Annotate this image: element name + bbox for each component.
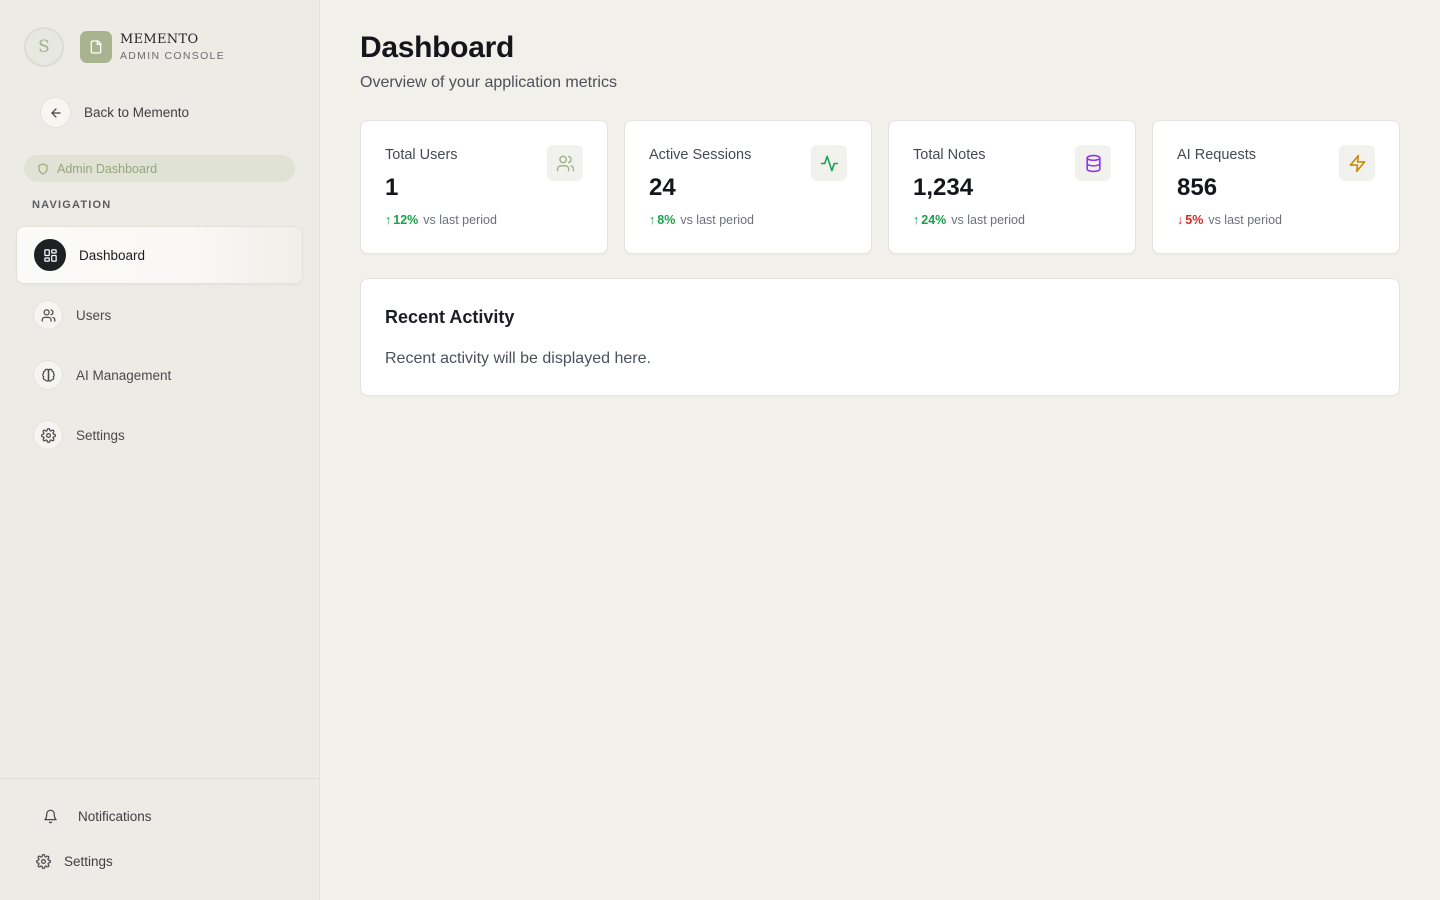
arrow-up-icon: ↑ — [649, 213, 656, 227]
gear-icon — [36, 854, 51, 869]
footer-settings-button[interactable]: Settings — [36, 854, 113, 869]
lightning-icon — [1339, 145, 1375, 181]
footer-settings-label: Settings — [64, 854, 113, 869]
stat-change-period: vs last period — [1208, 213, 1282, 227]
sidebar-item-users[interactable]: Users — [16, 286, 303, 344]
stat-value: 24 — [649, 174, 676, 201]
brand-subtitle: ADMIN CONSOLE — [120, 49, 225, 62]
bell-icon — [43, 809, 58, 824]
notifications-button[interactable]: Notifications — [43, 809, 152, 824]
arrow-down-icon: ↓ — [1177, 213, 1184, 227]
sidebar-item-label: Users — [76, 307, 112, 323]
arrow-up-icon: ↑ — [385, 213, 392, 227]
notifications-label: Notifications — [78, 809, 152, 824]
database-icon — [1075, 145, 1111, 181]
dashboard-icon — [34, 239, 66, 271]
stat-label: Total Notes — [913, 147, 986, 163]
stat-value: 856 — [1177, 174, 1218, 201]
brand-text: MEMENTO ADMIN CONSOLE — [120, 32, 225, 63]
admin-dashboard-badge: Admin Dashboard — [24, 155, 295, 182]
recent-activity-title: Recent Activity — [385, 307, 515, 327]
back-to-memento-link[interactable]: Back to Memento — [40, 97, 189, 128]
stat-value: 1 — [385, 174, 399, 201]
recent-activity-placeholder: Recent activity will be displayed here. — [385, 350, 651, 367]
activity-icon — [811, 145, 847, 181]
brand-name: MEMENTO — [120, 31, 199, 47]
stat-card-total-users: Total Users 1 ↑ 12% vs last period — [360, 120, 608, 254]
user-avatar[interactable]: S — [24, 27, 64, 67]
stat-card-ai-requests: AI Requests 856 ↓ 5% vs last period — [1152, 120, 1400, 254]
back-link-label: Back to Memento — [84, 105, 190, 120]
sidebar-item-dashboard[interactable]: Dashboard — [16, 226, 303, 284]
stat-change-percent: 5% — [1185, 213, 1204, 227]
stat-change-period: vs last period — [680, 213, 754, 227]
stat-change-period: vs last period — [423, 213, 497, 227]
arrow-left-icon — [40, 97, 71, 128]
stat-value: 1,234 — [913, 174, 974, 201]
sidebar-footer-divider — [0, 778, 319, 779]
sidebar-item-label: AI Management — [76, 367, 172, 383]
stat-change: ↑ 12% vs last period — [385, 213, 497, 227]
arrow-up-icon: ↑ — [913, 213, 920, 227]
sidebar-item-label: Dashboard — [79, 247, 146, 263]
gear-icon — [33, 420, 63, 450]
stat-card-total-notes: Total Notes 1,234 ↑ 24% vs last period — [888, 120, 1136, 254]
stat-label: Total Users — [385, 147, 458, 163]
stat-card-active-sessions: Active Sessions 24 ↑ 8% vs last period — [624, 120, 872, 254]
brain-icon — [33, 360, 63, 390]
nav-heading: NAVIGATION — [32, 199, 112, 211]
page-title: Dashboard — [360, 31, 514, 64]
stat-label: Active Sessions — [649, 147, 752, 163]
users-icon — [547, 145, 583, 181]
admin-pill-label: Admin Dashboard — [57, 161, 158, 176]
stat-change-percent: 8% — [657, 213, 676, 227]
stat-change: ↓ 5% vs last period — [1177, 213, 1282, 227]
sidebar: S MEMENTO ADMIN CONSOLE Back to Memento … — [0, 0, 320, 900]
memento-logo-icon[interactable] — [80, 31, 112, 63]
stat-label: AI Requests — [1177, 147, 1256, 163]
sidebar-item-label: Settings — [76, 427, 125, 443]
brand-row: S MEMENTO ADMIN CONSOLE — [24, 27, 225, 67]
shield-icon — [37, 162, 49, 175]
stat-change: ↑ 8% vs last period — [649, 213, 754, 227]
sidebar-item-ai-management[interactable]: AI Management — [16, 346, 303, 404]
stat-change-percent: 24% — [921, 213, 947, 227]
page-subtitle: Overview of your application metrics — [360, 74, 617, 91]
stat-change-period: vs last period — [951, 213, 1025, 227]
recent-activity-card: Recent Activity Recent activity will be … — [360, 278, 1400, 396]
avatar-initial: S — [38, 37, 50, 57]
stat-change: ↑ 24% vs last period — [913, 213, 1025, 227]
sidebar-item-settings[interactable]: Settings — [16, 406, 303, 464]
users-icon — [33, 300, 63, 330]
stat-change-percent: 12% — [393, 213, 419, 227]
